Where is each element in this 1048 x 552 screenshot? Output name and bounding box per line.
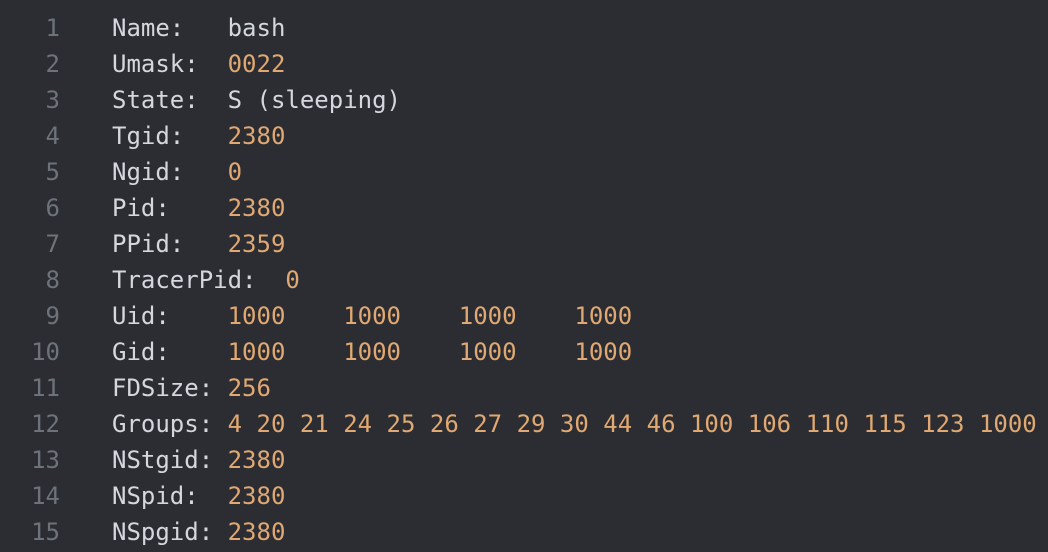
field-key: State: <box>112 86 228 114</box>
field-value: 2380 <box>227 122 286 150</box>
line-number: 2 <box>45 50 60 78</box>
line-number: 1 <box>45 14 60 42</box>
field-key: PPid: <box>112 230 228 258</box>
line-number: 12 <box>31 410 60 438</box>
field-key: FDSize: <box>112 374 228 402</box>
field-key: Umask: <box>112 50 228 78</box>
code-line[interactable]: 7 PPid: 2359 <box>0 226 1048 262</box>
code-line[interactable]: 14 NSpid: 2380 <box>0 478 1048 514</box>
field-value: 1000 1000 1000 1000 <box>227 338 633 366</box>
line-number: 7 <box>45 230 60 258</box>
line-number: 15 <box>31 518 60 546</box>
field-key: Pid: <box>112 194 228 222</box>
field-value: 0 <box>227 158 243 186</box>
code-line[interactable]: 3 State: S (sleeping) <box>0 82 1048 118</box>
code-line[interactable]: 9 Uid: 1000 1000 1000 1000 <box>0 298 1048 334</box>
line-number: 5 <box>45 158 60 186</box>
line-number: 14 <box>31 482 60 510</box>
field-key: Tgid: <box>112 122 228 150</box>
line-number: 6 <box>45 194 60 222</box>
field-value: 0022 <box>227 50 286 78</box>
line-number: 4 <box>45 122 60 150</box>
code-line[interactable]: 2 Umask: 0022 <box>0 46 1048 82</box>
field-key: NSpid: <box>112 482 228 510</box>
field-key: NStgid: <box>112 446 228 474</box>
field-value: 2380 <box>227 194 286 222</box>
code-line[interactable]: 5 Ngid: 0 <box>0 154 1048 190</box>
field-value: 2359 <box>227 230 286 258</box>
field-value: 1000 1000 1000 1000 <box>227 302 633 330</box>
field-key: TracerPid: <box>112 266 286 294</box>
line-number: 8 <box>45 266 60 294</box>
field-key: Ngid: <box>112 158 228 186</box>
code-line[interactable]: 15 NSpgid: 2380 <box>0 514 1048 550</box>
field-value: 2380 <box>227 446 286 474</box>
code-line[interactable]: 13 NStgid: 2380 <box>0 442 1048 478</box>
code-editor[interactable]: 1 Name: bash 2 Umask: 0022 3 State: S (slee… <box>0 0 1048 552</box>
field-key: NSpgid: <box>112 518 228 546</box>
field-value: 2380 <box>227 482 286 510</box>
code-line[interactable]: 1 Name: bash <box>0 10 1048 46</box>
field-value: 4 20 21 24 25 26 27 29 30 44 46 100 106 … <box>227 410 1037 438</box>
code-line[interactable]: 4 Tgid: 2380 <box>0 118 1048 154</box>
code-lines: 1 Name: bash 2 Umask: 0022 3 State: S (slee… <box>0 10 1048 550</box>
line-number: 10 <box>31 338 60 366</box>
field-key: Uid: <box>112 302 228 330</box>
field-key: Groups: <box>112 410 228 438</box>
code-line[interactable]: 6 Pid: 2380 <box>0 190 1048 226</box>
field-key: Name: <box>112 14 228 42</box>
field-value: 0 <box>285 266 300 294</box>
code-line[interactable]: 8 TracerPid: 0 <box>0 262 1048 298</box>
line-number: 3 <box>45 86 60 114</box>
field-value: bash <box>227 14 286 42</box>
code-line[interactable]: 11 FDSize: 256 <box>0 370 1048 406</box>
line-number: 11 <box>31 374 60 402</box>
line-number: 13 <box>31 446 60 474</box>
field-value: S (sleeping) <box>227 86 401 114</box>
field-key: Gid: <box>112 338 228 366</box>
code-line[interactable]: 10 Gid: 1000 1000 1000 1000 <box>0 334 1048 370</box>
field-value: 256 <box>227 374 271 402</box>
code-line[interactable]: 12 Groups: 4 20 21 24 25 26 27 29 30 44 4… <box>0 406 1048 442</box>
line-number: 9 <box>45 302 60 330</box>
field-value: 2380 <box>227 518 286 546</box>
